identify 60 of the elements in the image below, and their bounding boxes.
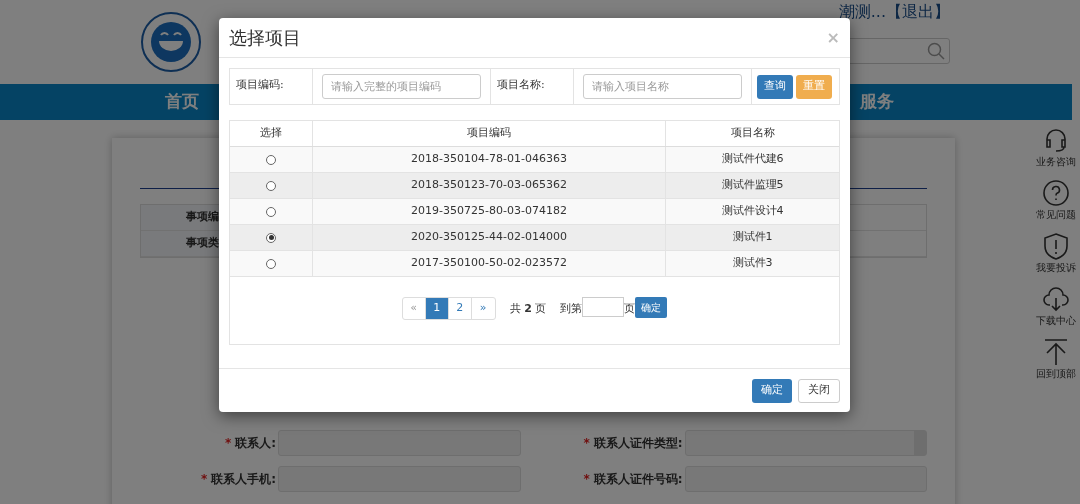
go-button[interactable]: 确定	[635, 297, 668, 318]
field-label: 联系人:	[235, 435, 276, 452]
info-label: 事项编	[186, 209, 219, 226]
logo	[140, 11, 202, 73]
side-tool-button[interactable]: 下载中心	[1036, 285, 1076, 328]
table-cell: 2017-350100-50-02-023572	[411, 255, 567, 272]
required-mark: *	[224, 435, 232, 452]
radio-button[interactable]	[266, 258, 276, 269]
question-icon	[1042, 179, 1070, 207]
nav-item[interactable]: 服务	[860, 89, 894, 115]
query-button[interactable]: 查询	[757, 74, 793, 99]
table-cell: 2018-350104-78-01-046363	[411, 151, 567, 168]
side-tool-button[interactable]: 我要投诉	[1036, 232, 1076, 275]
close-dialog-button[interactable]: 关闭	[798, 378, 840, 403]
table-cell: 测试件3	[732, 255, 773, 272]
radio-button[interactable]	[266, 206, 276, 217]
user-name: 潮测...	[838, 1, 886, 23]
nav-item[interactable]: 首页	[165, 89, 199, 115]
search-label: 项目名称:	[497, 78, 545, 91]
confirm-button[interactable]: 确定	[752, 378, 792, 403]
next-page-link[interactable]: »	[471, 298, 495, 319]
radio-button[interactable]	[266, 154, 276, 165]
search-input[interactable]: 请输入项目名称	[583, 74, 742, 99]
table-cell: 测试件1	[732, 229, 773, 246]
page-link[interactable]: 1	[425, 298, 449, 319]
column-header: 项目编码	[467, 125, 511, 142]
dialog-title: 选择项目	[229, 26, 301, 50]
table-cell: 测试件代建6	[721, 151, 784, 168]
logout-link[interactable]: 【退出】	[886, 0, 950, 24]
table-cell: 测试件设计4	[721, 203, 784, 220]
back-to-top-icon	[1042, 338, 1070, 366]
goto-label: 到第	[560, 301, 583, 317]
table-cell: 2019-350725-80-03-074182	[411, 203, 567, 220]
page-total: 共 2 页	[509, 301, 547, 317]
required-mark: *	[583, 435, 590, 452]
search-icon	[927, 42, 945, 60]
field-label: 联系人证件号码:	[593, 471, 683, 488]
field-label: 联系人手机:	[211, 471, 276, 488]
search-label: 项目编码:	[236, 78, 284, 91]
table-cell: 2020-350125-44-02-014000	[411, 229, 567, 246]
shield-exclamation-icon	[1042, 232, 1070, 260]
search-input[interactable]: 请输入完整的项目编码	[322, 74, 481, 99]
side-tool-button[interactable]: 常见问题	[1036, 179, 1076, 222]
radio-button[interactable]	[266, 232, 276, 243]
prev-page-link[interactable]: «	[402, 298, 426, 319]
info-label: 事项类	[186, 235, 219, 252]
side-tool-button[interactable]: 业务咨询	[1036, 126, 1076, 169]
field-label: 联系人证件类型:	[593, 435, 683, 452]
column-header: 选择	[260, 125, 282, 142]
required-mark: *	[200, 471, 208, 488]
column-header: 项目名称	[730, 125, 775, 142]
table-cell: 测试件监理5	[721, 177, 784, 194]
cloud-download-icon	[1042, 285, 1070, 313]
table-cell: 2018-350123-70-03-065362	[411, 177, 567, 194]
page-input[interactable]	[582, 297, 625, 317]
page-unit: 页	[624, 301, 636, 317]
side-tool-button[interactable]: 回到顶部	[1036, 338, 1076, 381]
radio-button[interactable]	[266, 180, 276, 191]
page-link[interactable]: 2	[448, 298, 472, 319]
required-mark: *	[583, 471, 590, 488]
